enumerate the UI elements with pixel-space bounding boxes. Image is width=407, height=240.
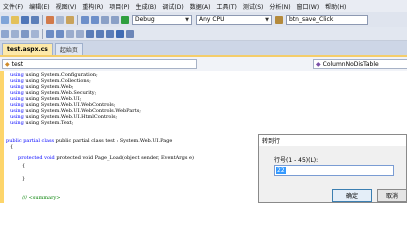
code-navigation-bar: ◆ test ◆ ColumnNoDisTable <box>0 57 407 72</box>
options-icon[interactable] <box>126 29 134 38</box>
chevron-down-icon: ▼ <box>265 16 269 23</box>
document-tab-strip: test.aspx.cs 起始页 <box>0 41 407 57</box>
line-number-input[interactable]: 22 <box>274 165 394 176</box>
find-combo-value: btn_save_Click <box>289 16 334 23</box>
solution-platform-combo[interactable]: Any CPU ▼ <box>196 14 272 25</box>
tab-test-aspx-cs[interactable]: test.aspx.cs <box>2 43 53 55</box>
code-line: { <box>10 144 14 150</box>
parameter-info-icon[interactable] <box>21 29 29 38</box>
tab-label: 起始页 <box>59 47 78 54</box>
bookmark-icon[interactable] <box>86 29 94 38</box>
redo-icon[interactable] <box>91 15 99 24</box>
next-bookmark-icon[interactable] <box>106 29 114 38</box>
navigate-back-icon[interactable] <box>101 15 109 24</box>
change-tracking-margin <box>0 71 4 203</box>
toolbar-separator <box>42 28 43 39</box>
object-browser-icon[interactable] <box>1 29 9 38</box>
menu-debug[interactable]: 调试(D) <box>159 2 186 11</box>
paste-icon[interactable] <box>66 15 74 24</box>
start-debug-icon[interactable] <box>121 15 129 24</box>
tab-label: test.aspx.cs <box>7 46 48 53</box>
menu-view[interactable]: 视图(V) <box>53 2 80 11</box>
standard-toolbar: Debug ▼ Any CPU ▼ btn_save_Click <box>0 12 407 27</box>
open-file-icon[interactable] <box>11 15 19 24</box>
menu-analyze[interactable]: 分析(N) <box>266 2 293 11</box>
menu-refactor[interactable]: 重构(R) <box>79 2 106 11</box>
copy-icon[interactable] <box>56 15 64 24</box>
previous-bookmark-icon[interactable] <box>96 29 104 38</box>
quick-info-icon[interactable] <box>31 29 39 38</box>
menu-window[interactable]: 窗口(W) <box>294 2 323 11</box>
code-line: /// <summary> <box>22 195 61 201</box>
solution-platform-value: Any CPU <box>199 16 225 23</box>
member-combo[interactable]: ◆ ColumnNoDisTable <box>313 59 407 69</box>
menu-edit[interactable]: 编辑(E) <box>26 2 52 11</box>
class-combo-value: test <box>11 60 24 68</box>
new-project-icon[interactable] <box>1 15 9 24</box>
menu-help[interactable]: 帮助(H) <box>322 2 349 11</box>
method-icon: ◆ <box>316 60 321 68</box>
member-combo-value: ColumnNoDisTable <box>322 60 379 68</box>
find-icon[interactable] <box>275 15 283 24</box>
code-line: { <box>22 163 26 169</box>
decrease-indent-icon[interactable] <box>46 29 54 38</box>
save-all-icon[interactable] <box>31 15 39 24</box>
dialog-title: 转到行 <box>259 135 406 146</box>
toolbar-separator <box>77 14 78 25</box>
navigate-forward-icon[interactable] <box>111 15 119 24</box>
display-icon[interactable] <box>11 29 19 38</box>
undo-icon[interactable] <box>81 15 89 24</box>
menu-file[interactable]: 文件(F) <box>0 2 26 11</box>
menu-build[interactable]: 生成(B) <box>133 2 160 11</box>
menu-tools[interactable]: 工具(T) <box>214 2 240 11</box>
code-line: } <box>22 176 26 182</box>
line-number-value: 22 <box>276 167 286 174</box>
comment-icon[interactable] <box>66 29 74 38</box>
ok-button[interactable]: 确定 <box>332 189 372 202</box>
menu-test[interactable]: 测试(S) <box>240 2 267 11</box>
text-editor-toolbar <box>0 27 407 41</box>
class-combo[interactable]: ◆ test <box>2 59 197 69</box>
menu-bar: 文件(F) 编辑(E) 视图(V) 重构(R) 项目(P) 生成(B) 调试(D… <box>0 0 407 12</box>
tab-start-page[interactable]: 起始页 <box>54 43 83 55</box>
uncomment-icon[interactable] <box>76 29 84 38</box>
code-line: using using System.Text; <box>10 120 74 126</box>
find-combo[interactable]: btn_save_Click <box>286 14 368 25</box>
class-icon: ◆ <box>5 60 10 68</box>
clear-bookmarks-icon[interactable] <box>116 29 124 38</box>
toolbar-separator <box>42 14 43 25</box>
line-number-label: 行号(1 - 45)(L): <box>274 157 319 164</box>
menu-data[interactable]: 数据(A) <box>187 2 214 11</box>
solution-config-combo[interactable]: Debug ▼ <box>132 14 192 25</box>
save-icon[interactable] <box>21 15 29 24</box>
goto-line-dialog: 转到行 行号(1 - 45)(L): 22 确定 取消 <box>258 134 407 203</box>
solution-config-value: Debug <box>135 16 155 23</box>
menu-project[interactable]: 项目(P) <box>106 2 132 11</box>
code-line: protected void protected void Page_Load(… <box>18 155 194 161</box>
cancel-button[interactable]: 取消 <box>377 189 407 202</box>
increase-indent-icon[interactable] <box>56 29 64 38</box>
chevron-down-icon: ▼ <box>185 16 189 23</box>
code-line: public partial class public partial clas… <box>6 138 173 144</box>
cut-icon[interactable] <box>46 15 54 24</box>
